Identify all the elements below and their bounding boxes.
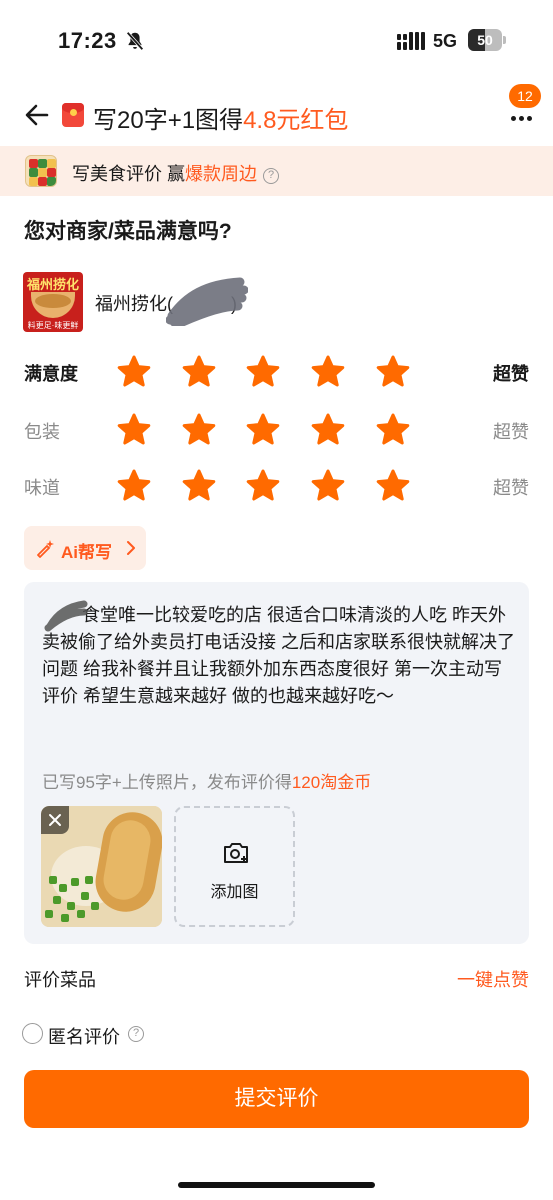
home-indicator	[178, 1182, 375, 1188]
shop-name-text: 福州捞化(	[95, 294, 173, 314]
notification-badge: 12	[509, 84, 541, 108]
red-envelope-icon	[62, 103, 84, 127]
star-icon[interactable]	[310, 468, 346, 504]
reward-hint: 已写95字+上传照片，发布评价得120淘金币	[42, 768, 371, 793]
star-icon[interactable]	[116, 354, 152, 390]
page-title: 写20字+1图得4.8元红包	[93, 100, 348, 135]
satisfaction-question: 您对商家/菜品满意吗?	[24, 220, 232, 243]
signal-icon	[397, 32, 425, 50]
star-icon[interactable]	[375, 468, 411, 504]
battery-icon: 50	[468, 29, 506, 51]
rating-label: 包装	[24, 422, 60, 442]
rating-value: 超赞	[493, 478, 529, 498]
status-time: 17:23	[58, 28, 117, 53]
close-icon	[49, 814, 61, 826]
rating-value: 超赞	[493, 422, 529, 442]
mahjong-icon	[25, 155, 57, 187]
star-icon[interactable]	[181, 412, 217, 448]
star-icon[interactable]	[310, 354, 346, 390]
rating-label: 满意度	[24, 364, 78, 384]
uploaded-photo[interactable]	[41, 806, 162, 927]
banner-text-main: 写美食评价 赢	[72, 164, 186, 184]
chevron-right-icon	[127, 541, 135, 555]
anonymous-radio[interactable]	[22, 1023, 43, 1044]
back-arrow-icon[interactable]	[20, 98, 54, 132]
submit-review-button[interactable]: 提交评价	[24, 1070, 529, 1128]
status-bar: 17:23 5G 50	[0, 0, 553, 84]
banner-highlight: 爆款周边	[185, 164, 258, 184]
redaction-scribble	[166, 277, 248, 326]
shop-logo-title: 福州捞化	[26, 277, 79, 292]
help-icon[interactable]: ?	[263, 168, 280, 184]
rating-value: 超赞	[493, 364, 529, 384]
title-amount: 4.8元红包	[243, 107, 349, 134]
camera-plus-icon	[224, 843, 248, 863]
add-photo-button[interactable]: 添加图	[174, 806, 295, 927]
like-all-button[interactable]: 一键点赞	[457, 966, 529, 992]
battery-level: 50	[477, 32, 493, 48]
star-icon[interactable]	[116, 412, 152, 448]
promo-banner[interactable]: 写美食评价 赢爆款周边?	[0, 146, 553, 196]
bell-off-icon	[126, 31, 144, 51]
banner-text: 写美食评价 赢爆款周边?	[72, 160, 280, 186]
star-icon[interactable]	[310, 412, 346, 448]
dish-review-label: 评价菜品	[24, 970, 96, 990]
review-editor[interactable]: 食堂唯一比较爱吃的店 很适合口味清淡的人吃 昨天外卖被偷了给外卖员打电话没接 之…	[24, 582, 529, 944]
help-icon[interactable]: ?	[128, 1026, 144, 1042]
star-icon[interactable]	[245, 354, 281, 390]
star-icon[interactable]	[181, 354, 217, 390]
review-text[interactable]: 食堂唯一比较爱吃的店 很适合口味清淡的人吃 昨天外卖被偷了给外卖员打电话没接 之…	[42, 602, 517, 710]
title-prefix: 写20字+1图得	[93, 107, 244, 134]
star-icon[interactable]	[375, 354, 411, 390]
star-icon[interactable]	[181, 468, 217, 504]
ai-write-button[interactable]: Ai帮写	[24, 526, 146, 570]
rating-row: 包装 超赞	[0, 410, 553, 450]
ai-write-label: Ai帮写	[61, 543, 112, 562]
rating-row: 味道 超赞	[0, 466, 553, 506]
shop-logo-slogan: 料更足·味更鲜	[27, 321, 79, 330]
reward-hint-text: 已写95字+上传照片，发布评价得	[42, 773, 292, 792]
add-photo-label: 添加图	[210, 884, 259, 901]
star-icon[interactable]	[375, 412, 411, 448]
shop-logo: 福州捞化 料更足·味更鲜	[23, 272, 83, 332]
remove-photo-button[interactable]	[41, 806, 69, 834]
reward-amount: 120淘金币	[291, 773, 372, 792]
pen-sparkle-icon	[37, 540, 54, 558]
anonymous-label: 匿名评价	[48, 1027, 120, 1047]
star-icon[interactable]	[116, 468, 152, 504]
rating-row: 满意度 超赞	[0, 352, 553, 392]
redaction-scribble	[44, 600, 88, 632]
network-type: 5G	[433, 31, 458, 51]
rating-label: 味道	[24, 478, 60, 498]
star-icon[interactable]	[245, 412, 281, 448]
anonymous-review-toggle[interactable]: 匿名评价 ?	[22, 1022, 222, 1047]
star-icon[interactable]	[245, 468, 281, 504]
